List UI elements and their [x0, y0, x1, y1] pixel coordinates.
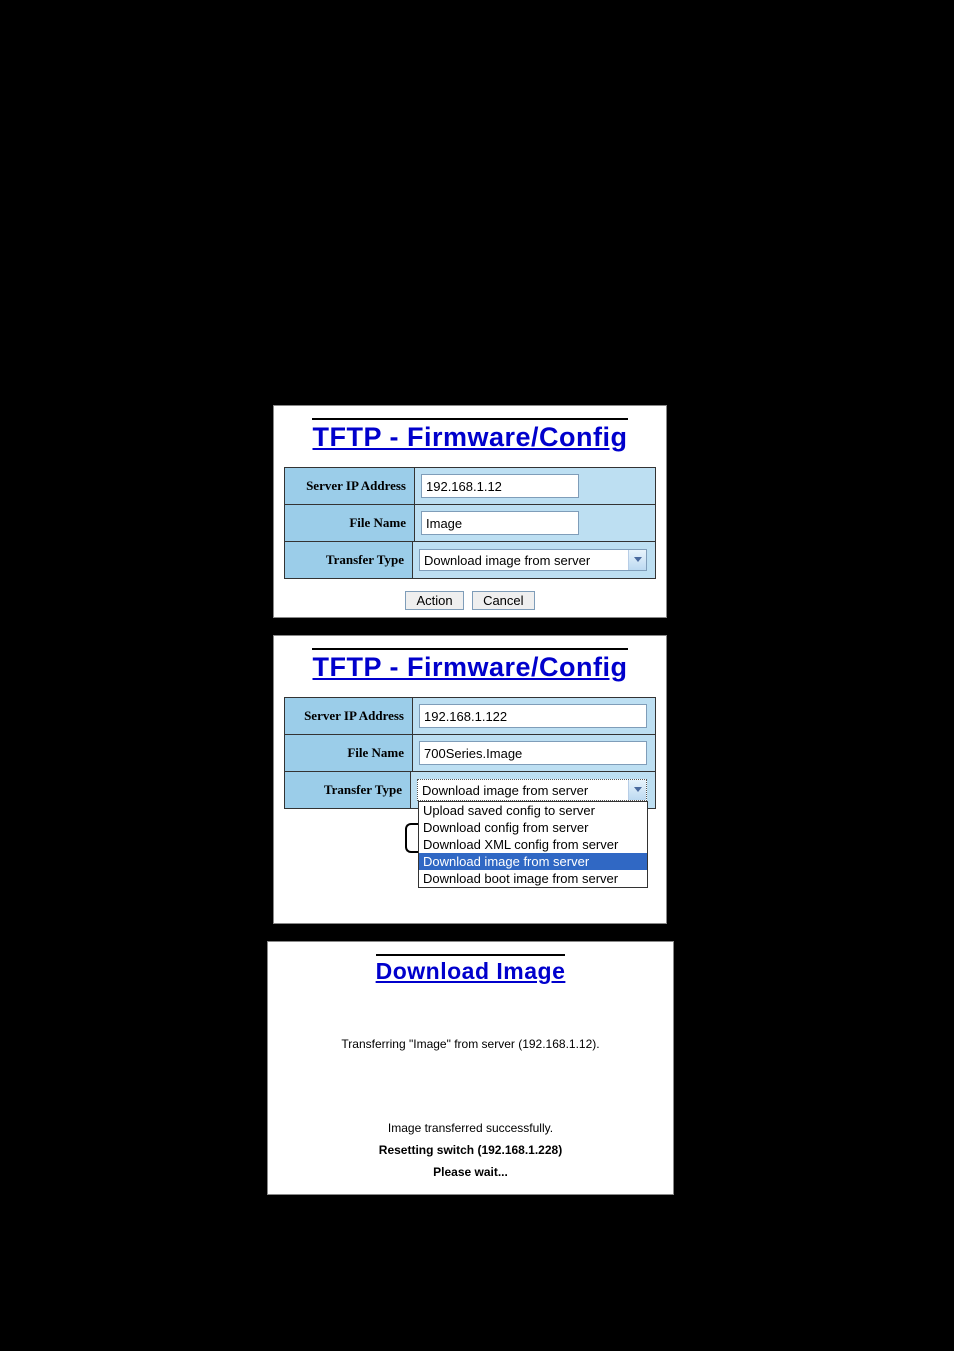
label-file-name: File Name: [285, 505, 415, 541]
server-ip-input[interactable]: [421, 474, 579, 498]
chevron-down-icon: [628, 780, 646, 800]
title-rule: Download Image: [376, 954, 566, 985]
server-ip-input[interactable]: [419, 704, 647, 728]
row-transfer-type: Transfer Type Download image from server: [284, 542, 656, 579]
row-server-ip: Server IP Address: [284, 467, 656, 505]
status-resetting: Resetting switch (192.168.1.228): [268, 1143, 673, 1157]
bracket-icon: [405, 823, 419, 853]
status-wait: Please wait...: [268, 1165, 673, 1179]
option-download-xml-config[interactable]: Download XML config from server: [419, 836, 647, 853]
tftp-config-panel-2: TFTP - Firmware/Config Server IP Address…: [273, 635, 667, 924]
label-file-name: File Name: [285, 735, 413, 771]
status-success: Image transferred successfully.: [268, 1121, 673, 1135]
row-server-ip: Server IP Address: [284, 697, 656, 735]
option-download-boot-image[interactable]: Download boot image from server: [419, 870, 647, 887]
row-file-name: File Name: [284, 735, 656, 772]
button-row: Action Cancel: [274, 591, 666, 610]
cancel-button[interactable]: Cancel: [472, 591, 534, 610]
cell-server-ip: [415, 468, 655, 504]
label-server-ip: Server IP Address: [285, 698, 413, 734]
action-button[interactable]: Action: [405, 591, 463, 610]
row-transfer-type: Transfer Type Download image from server…: [284, 772, 656, 809]
label-server-ip: Server IP Address: [285, 468, 415, 504]
option-upload-config[interactable]: Upload saved config to server: [419, 802, 647, 819]
transfer-type-select-open[interactable]: Download image from server Upload saved …: [417, 779, 647, 801]
option-download-image[interactable]: Download image from server: [419, 853, 647, 870]
chevron-down-icon: [628, 550, 646, 570]
cell-server-ip: [413, 698, 655, 734]
title-rule: TFTP - Firmware/Config: [312, 648, 627, 683]
cell-transfer-type: Download image from server Upload saved …: [411, 772, 655, 808]
status-transferring: Transferring "Image" from server (192.16…: [268, 1037, 673, 1051]
label-transfer-type: Transfer Type: [285, 542, 413, 578]
download-image-panel: Download Image Transferring "Image" from…: [267, 941, 674, 1195]
cell-transfer-type: Download image from server: [413, 542, 655, 578]
cell-file-name: [413, 735, 655, 771]
page-title: Download Image: [376, 956, 566, 985]
transfer-type-selected: Download image from server: [418, 783, 628, 798]
transfer-type-select[interactable]: Download image from server: [419, 549, 647, 571]
transfer-type-dropdown: Upload saved config to server Download c…: [418, 801, 648, 888]
page-title: TFTP - Firmware/Config: [312, 650, 627, 683]
label-transfer-type: Transfer Type: [285, 772, 411, 808]
title-rule: TFTP - Firmware/Config: [312, 418, 627, 453]
tftp-config-panel-1: TFTP - Firmware/Config Server IP Address…: [273, 405, 667, 618]
file-name-input[interactable]: [421, 511, 579, 535]
option-download-config[interactable]: Download config from server: [419, 819, 647, 836]
row-file-name: File Name: [284, 505, 656, 542]
cell-file-name: [415, 505, 655, 541]
file-name-input[interactable]: [419, 741, 647, 765]
page-title: TFTP - Firmware/Config: [312, 420, 627, 453]
transfer-type-selected: Download image from server: [420, 553, 628, 568]
